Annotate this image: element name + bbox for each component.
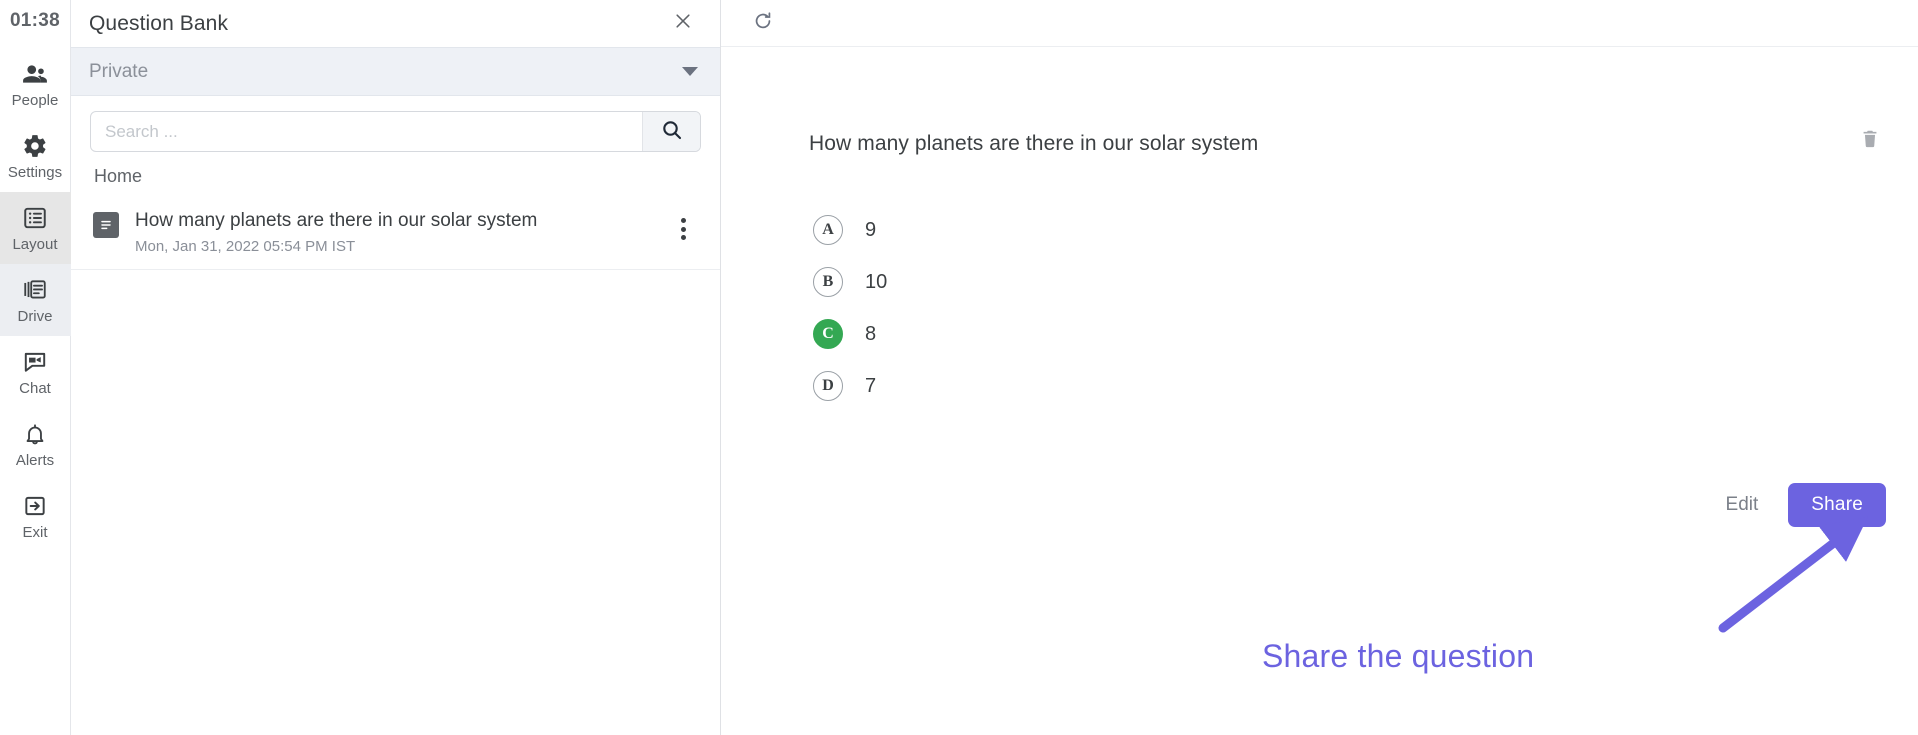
answer-option-d[interactable]: D 7	[813, 371, 887, 401]
rail-item-people[interactable]: People	[0, 48, 71, 120]
left-navigation-rail: 01:38 People Settings Layout Drive Chat …	[0, 0, 71, 735]
drive-icon	[21, 276, 49, 304]
close-panel-button[interactable]	[668, 9, 698, 39]
option-text-a: 9	[865, 218, 877, 241]
rail-item-label-drive: Drive	[17, 308, 53, 325]
bell-icon	[21, 420, 49, 448]
chevron-down-icon	[682, 67, 698, 76]
question-actions: Edit Share	[1720, 483, 1886, 527]
rail-item-label-alerts: Alerts	[15, 452, 55, 469]
share-button[interactable]: Share	[1788, 483, 1886, 527]
option-text-b: 10	[865, 270, 888, 293]
option-text-c: 8	[865, 322, 877, 345]
answer-options: A 9 B 10 C 8 D 7	[813, 215, 887, 401]
trash-icon	[1859, 128, 1881, 155]
answer-option-c[interactable]: C 8	[813, 319, 887, 349]
rail-item-drive[interactable]: Drive	[0, 264, 71, 336]
kebab-dot	[680, 218, 686, 223]
refresh-button[interactable]	[747, 7, 779, 39]
edit-button[interactable]: Edit	[1720, 486, 1765, 524]
scope-selected-value: Private	[89, 60, 149, 82]
refresh-icon	[752, 10, 774, 37]
main-content: How many planets are there in our solar …	[721, 0, 1918, 735]
kebab-menu-icon[interactable]	[668, 214, 698, 244]
rail-item-label-people: People	[11, 92, 59, 109]
question-bank-panel: Question Bank Private Search ... Home Ho…	[71, 0, 721, 735]
option-letter-b: B	[813, 267, 843, 297]
close-icon	[673, 11, 693, 36]
question-bank-header: Question Bank	[71, 0, 720, 47]
exit-icon	[21, 492, 49, 520]
rail-item-label-settings: Settings	[7, 164, 63, 181]
scope-dropdown[interactable]: Private	[71, 47, 720, 96]
question-list: How many planets are there in our solar …	[71, 197, 720, 270]
rail-item-alerts[interactable]: Alerts	[0, 408, 71, 480]
layout-icon	[21, 204, 49, 232]
rail-item-chat[interactable]: Chat	[0, 336, 71, 408]
rail-item-label-chat: Chat	[19, 380, 51, 397]
rail-item-label-exit: Exit	[22, 524, 48, 541]
chat-icon	[21, 348, 49, 376]
rail-item-label-layout: Layout	[12, 236, 58, 253]
list-item[interactable]: How many planets are there in our solar …	[71, 197, 720, 270]
gear-icon	[21, 132, 49, 160]
question-detail: How many planets are there in our solar …	[721, 47, 1918, 735]
kebab-dot	[680, 226, 686, 232]
document-icon	[93, 212, 119, 238]
breadcrumb[interactable]: Home	[71, 152, 720, 197]
search-input[interactable]	[91, 112, 642, 151]
question-title: How many planets are there in our solar …	[809, 132, 1259, 155]
rail-item-layout[interactable]: Layout	[0, 192, 71, 264]
option-letter-d: D	[813, 371, 843, 401]
answer-option-b[interactable]: B 10	[813, 267, 887, 297]
search-icon	[660, 118, 684, 145]
search-field-wrapper	[90, 111, 701, 152]
search-row	[71, 96, 720, 152]
rail-item-settings[interactable]: Settings	[0, 120, 71, 192]
app-root: 01:38 People Settings Layout Drive Chat …	[0, 0, 1918, 735]
kebab-dot	[680, 235, 686, 240]
delete-question-button[interactable]	[1854, 125, 1886, 157]
panel-title: Question Bank	[89, 11, 229, 35]
option-letter-a: A	[813, 215, 843, 245]
option-text-d: 7	[865, 374, 877, 397]
option-letter-c: C	[813, 319, 843, 349]
answer-option-a[interactable]: A 9	[813, 215, 887, 245]
list-item-title: How many planets are there in our solar …	[135, 210, 538, 231]
list-item-body: How many planets are there in our solar …	[135, 209, 668, 255]
main-toolbar	[721, 0, 1918, 47]
people-icon	[21, 60, 49, 88]
search-button[interactable]	[642, 112, 700, 151]
rail-item-exit[interactable]: Exit	[0, 480, 71, 552]
list-item-date: Mon, Jan 31, 2022 05:54 PM IST	[135, 237, 356, 255]
clock: 01:38	[9, 10, 61, 31]
